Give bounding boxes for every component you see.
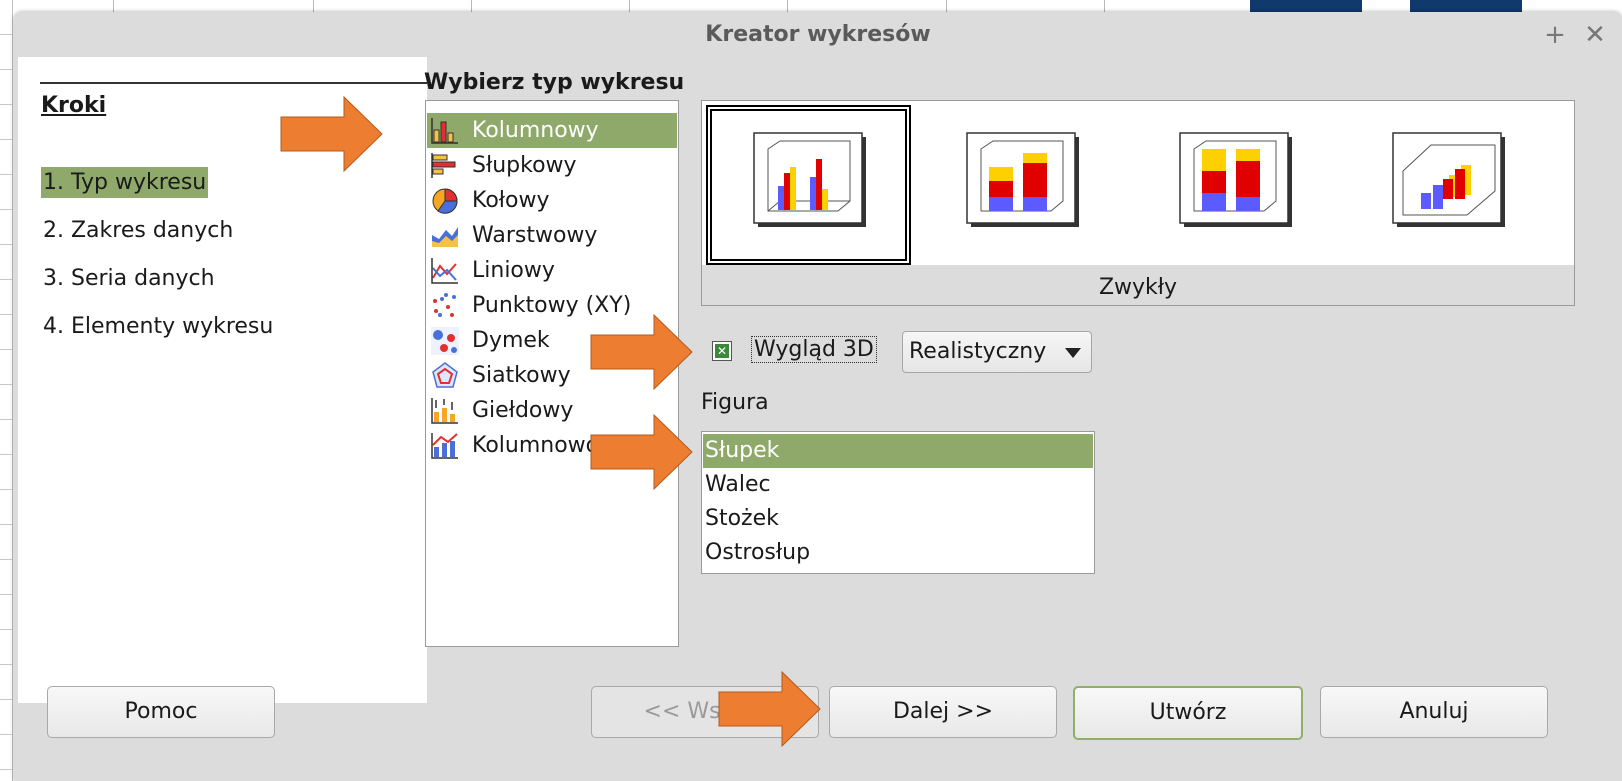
column-chart-icon bbox=[431, 117, 458, 144]
chart-type-label: Giełdowy bbox=[472, 398, 574, 423]
variant-stacked[interactable] bbox=[915, 101, 1128, 265]
variant-stacked-thumbnail bbox=[966, 132, 1079, 227]
shape-item-pyramid[interactable]: Ostrosłup bbox=[703, 536, 1093, 570]
check-icon: ✕ bbox=[715, 344, 729, 358]
next-button[interactable]: Dalej >> bbox=[829, 686, 1057, 738]
dialog-title: Kreator wykresów bbox=[705, 22, 931, 47]
chart-type-area[interactable]: Warstwowy bbox=[427, 218, 677, 253]
chart-variant-gallery[interactable] bbox=[702, 101, 1574, 265]
chart-type-label: Liniowy bbox=[472, 258, 555, 283]
annotation-arrow-icon bbox=[718, 671, 821, 747]
net-chart-icon bbox=[432, 361, 458, 388]
chart-type-column[interactable]: Kolumnowy bbox=[427, 113, 677, 148]
chart-type-label: Dymek bbox=[472, 328, 550, 353]
variant-deep-thumbnail bbox=[1392, 132, 1505, 227]
pie-chart-icon bbox=[432, 187, 458, 214]
chart-variant-box: Zwykły bbox=[701, 100, 1575, 306]
chart-type-label: Siatkowy bbox=[472, 363, 571, 388]
chart-type-label: Słupkowy bbox=[472, 153, 577, 178]
steps-divider bbox=[40, 82, 427, 84]
step-chart-type[interactable]: 1. Typ wykresu bbox=[41, 167, 209, 198]
variant-percent-stacked[interactable] bbox=[1128, 101, 1341, 265]
steps-title: Kroki bbox=[41, 93, 107, 118]
step-chart-elements[interactable]: 4. Elementy wykresu bbox=[41, 311, 275, 342]
variant-normal[interactable] bbox=[702, 101, 915, 265]
scheme-dropdown-value: Realistyczny bbox=[909, 339, 1047, 364]
variant-deep[interactable] bbox=[1341, 101, 1554, 265]
step-data-range[interactable]: 2. Zakres danych bbox=[41, 215, 235, 246]
cancel-button[interactable]: Anuluj bbox=[1320, 686, 1548, 738]
chart-type-label: Kołowy bbox=[472, 188, 550, 213]
shape-list[interactable]: Słupek Walec Stożek Ostrosłup bbox=[701, 431, 1095, 574]
scatter-chart-icon bbox=[433, 292, 456, 317]
shape-item-cylinder[interactable]: Walec bbox=[703, 468, 1093, 502]
maximize-icon[interactable]: + bbox=[1540, 20, 1570, 50]
chevron-down-icon bbox=[1065, 348, 1081, 358]
bar-chart-icon bbox=[431, 152, 456, 178]
bubble-chart-icon bbox=[431, 326, 459, 355]
chart-type-label: Kolumnowy bbox=[472, 118, 599, 143]
titlebar: Kreator wykresów + ✕ bbox=[14, 12, 1622, 56]
look-3d-checkbox[interactable]: ✕ bbox=[712, 341, 732, 361]
chart-type-line[interactable]: Liniowy bbox=[427, 253, 677, 288]
annotation-arrow-icon bbox=[590, 414, 693, 490]
annotation-arrow-icon bbox=[590, 314, 693, 390]
help-button[interactable]: Pomoc bbox=[47, 686, 275, 738]
chart-type-heading: Wybierz typ wykresu bbox=[424, 70, 685, 95]
scheme-dropdown[interactable]: Realistyczny bbox=[902, 331, 1092, 373]
variant-percent-stacked-thumbnail bbox=[1179, 132, 1292, 227]
chart-background-bar bbox=[1410, 0, 1522, 12]
line-chart-icon bbox=[431, 257, 458, 284]
annotation-arrow-icon bbox=[280, 96, 383, 172]
stock-chart-icon bbox=[431, 397, 458, 424]
chart-type-pie[interactable]: Kołowy bbox=[427, 183, 677, 218]
variant-normal-thumbnail bbox=[753, 132, 866, 227]
step-data-series[interactable]: 3. Seria danych bbox=[41, 263, 217, 294]
shape-label: Figura bbox=[701, 390, 769, 415]
shape-item-box[interactable]: Słupek bbox=[703, 434, 1093, 468]
close-icon[interactable]: ✕ bbox=[1580, 20, 1610, 50]
chart-type-label: Warstwowy bbox=[472, 223, 598, 248]
shape-item-cone[interactable]: Stożek bbox=[703, 502, 1093, 536]
chart-background-bar bbox=[1250, 0, 1362, 12]
column-line-chart-icon bbox=[431, 432, 458, 459]
variant-caption: Zwykły bbox=[1098, 275, 1178, 300]
look-3d-label[interactable]: Wygląd 3D bbox=[751, 336, 877, 363]
finish-button[interactable]: Utwórz bbox=[1073, 686, 1303, 740]
chart-type-bar[interactable]: Słupkowy bbox=[427, 148, 677, 183]
chart-type-label: Kolumnowo bbox=[472, 433, 600, 458]
row-headers bbox=[0, 0, 13, 781]
area-chart-icon bbox=[432, 226, 458, 247]
